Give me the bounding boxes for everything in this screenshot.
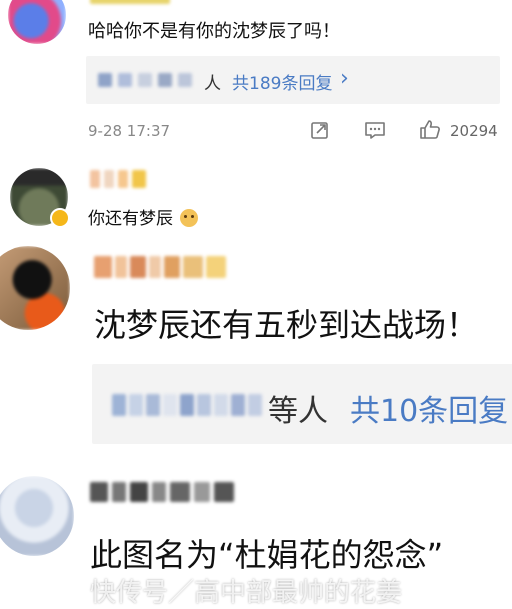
reply-name-suffix: 等人 xyxy=(268,394,328,429)
username[interactable] xyxy=(90,0,170,4)
comment-text: 你还有梦辰 xyxy=(88,204,199,229)
avatar[interactable] xyxy=(8,0,66,44)
comment-date: 9-28 17:37 xyxy=(88,122,171,140)
reply-summary[interactable]: 等人 共10条回复 xyxy=(92,364,512,444)
avatar[interactable] xyxy=(0,246,70,330)
avatar[interactable] xyxy=(0,476,74,556)
reply-count-link[interactable]: 共10条回复 xyxy=(350,386,508,430)
reply-name-suffix: 人 xyxy=(204,74,221,94)
like-icon[interactable] xyxy=(418,118,442,140)
like-count: 20294 xyxy=(450,122,498,140)
share-icon[interactable] xyxy=(310,120,330,140)
doge-emoji-icon xyxy=(180,209,199,227)
comment-text: 沈梦辰还有五秒到达战场！ xyxy=(94,306,479,344)
reply-count-link[interactable]: 共189条回复 xyxy=(232,69,332,94)
replier-names xyxy=(98,73,192,87)
replier-names xyxy=(112,394,262,416)
username[interactable] xyxy=(90,170,146,188)
comment-text-content: 你还有梦辰 xyxy=(88,209,173,229)
verified-badge-icon xyxy=(50,208,70,228)
username[interactable] xyxy=(90,482,234,502)
reply-summary[interactable]: 人 共189条回复 › xyxy=(86,56,500,104)
watermark: 快传号／高中部最帅的花姜 xyxy=(90,578,403,608)
comment-text: 哈哈你不是有你的沈梦辰了吗！ xyxy=(88,21,340,42)
comment-icon[interactable] xyxy=(364,120,386,140)
comment-text: 此图名为“杜娟花的怨念” xyxy=(90,536,444,574)
chevron-right-icon[interactable]: › xyxy=(340,66,349,91)
username[interactable] xyxy=(94,256,226,278)
